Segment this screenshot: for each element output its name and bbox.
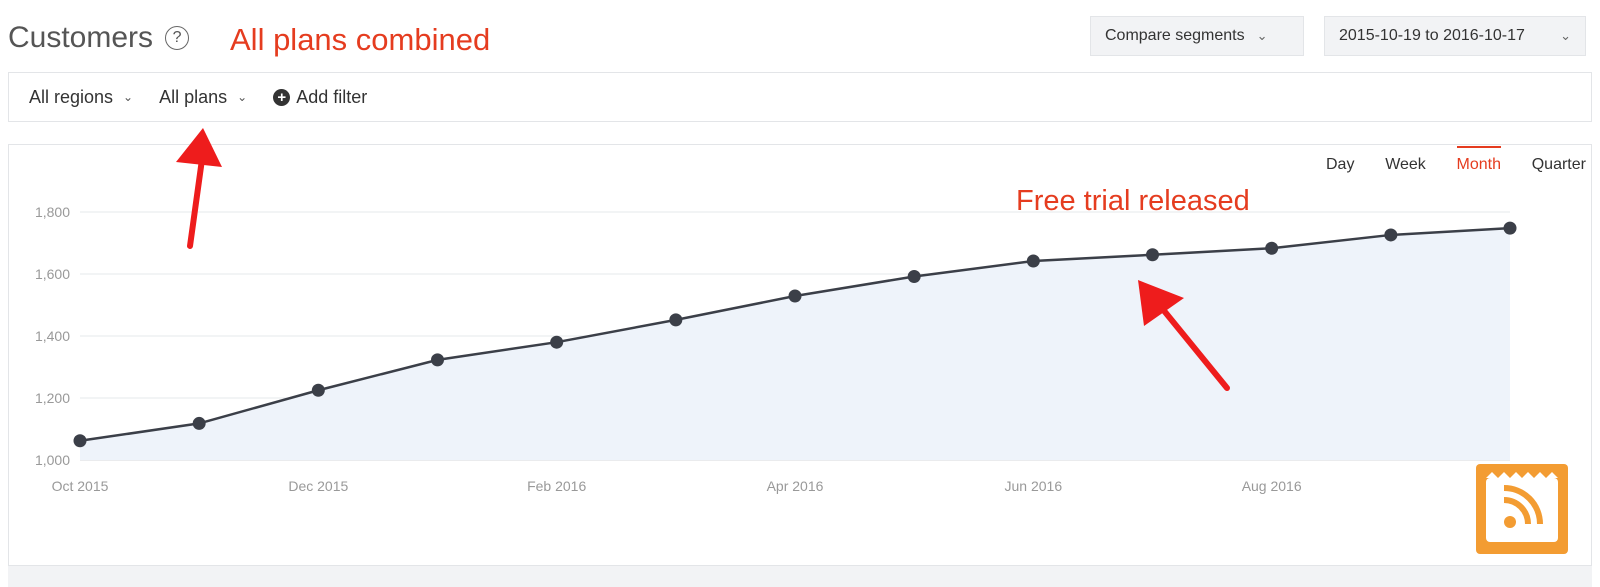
data-point[interactable]: [907, 269, 921, 283]
data-point[interactable]: [311, 383, 325, 397]
annotation-free-trial: Free trial released: [1016, 185, 1250, 217]
data-point[interactable]: [73, 434, 87, 448]
x-tick-label: Aug 2016: [1242, 478, 1302, 494]
y-tick-label: 1,800: [35, 204, 70, 220]
data-point[interactable]: [550, 335, 564, 349]
red-arrow-icon: [176, 128, 222, 249]
x-tick-label: Jun 2016: [1005, 478, 1063, 494]
y-tick-label: 1,600: [35, 266, 70, 282]
customers-line-chart: 1,000 1,200 1,400 1,600 1,800 Oct 2015 Dec 20…: [35, 128, 1517, 494]
y-tick-label: 1,400: [35, 328, 70, 344]
data-point[interactable]: [192, 416, 206, 430]
x-tick-label: Apr 2016: [767, 478, 824, 494]
area-fill: [80, 228, 1510, 460]
data-point[interactable]: [1265, 241, 1279, 255]
y-tick-label: 1,000: [35, 452, 70, 468]
y-tick-label: 1,200: [35, 390, 70, 406]
x-tick-label: Dec 2015: [288, 478, 348, 494]
data-point[interactable]: [788, 289, 802, 303]
x-tick-label: Oct 2015: [52, 478, 109, 494]
data-point[interactable]: [431, 353, 444, 367]
rss-feed-icon[interactable]: [1476, 464, 1568, 554]
rss-feed-icon-graphic: [1486, 472, 1558, 542]
data-point[interactable]: [1503, 221, 1517, 235]
data-point[interactable]: [669, 313, 683, 327]
data-point[interactable]: [1384, 228, 1398, 242]
data-point[interactable]: [1026, 254, 1040, 268]
data-point[interactable]: [1146, 248, 1159, 262]
x-tick-label: Feb 2016: [527, 478, 586, 494]
